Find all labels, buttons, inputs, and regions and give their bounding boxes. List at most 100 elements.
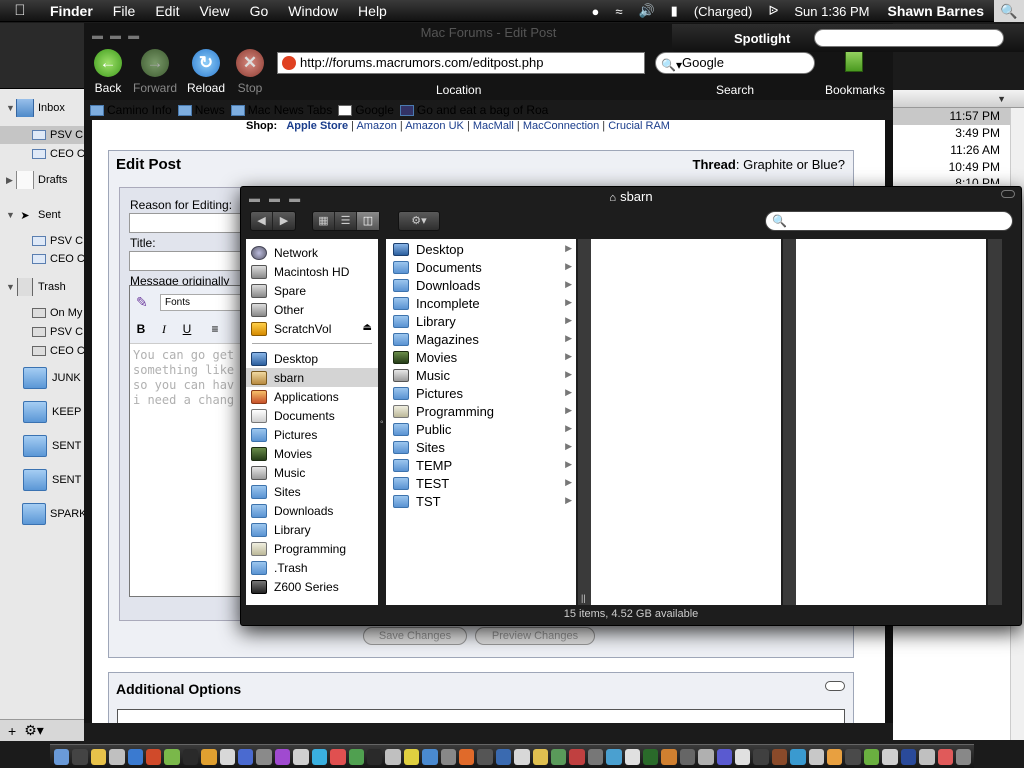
- dock-app-icon[interactable]: [366, 748, 383, 765]
- dock-app-icon[interactable]: [698, 748, 714, 765]
- dock-app-icon[interactable]: [182, 748, 199, 765]
- message-textarea[interactable]: You can go get something like so you can h…: [130, 344, 258, 412]
- dock-app-icon[interactable]: [735, 748, 751, 765]
- dock-app-icon[interactable]: [127, 748, 144, 765]
- mailbox-folder[interactable]: JUNK: [0, 363, 84, 393]
- dock-app-icon[interactable]: [808, 748, 825, 765]
- bookmarks-button[interactable]: Bookmarks: [825, 83, 885, 97]
- mailbox-folder[interactable]: SENT: [0, 431, 84, 461]
- finder-sidebar-item[interactable]: Macintosh HD: [246, 262, 378, 281]
- dock-app-icon[interactable]: [771, 748, 788, 765]
- bluetooth-icon[interactable]: ᐉ: [760, 3, 786, 19]
- wifi-icon[interactable]: ≈: [607, 4, 630, 19]
- search-icon[interactable]: 🔍▾: [661, 55, 682, 75]
- dock-app-icon[interactable]: [679, 748, 696, 765]
- dock-app-icon[interactable]: [274, 748, 291, 765]
- menu-edit[interactable]: Edit: [145, 0, 189, 22]
- mailbox-drafts[interactable]: ▶ Drafts: [0, 171, 84, 189]
- shop-link[interactable]: MacConnection: [523, 120, 599, 132]
- finder-column-item[interactable]: Library ▶: [386, 312, 576, 330]
- finder-sidebar-item[interactable]: Network: [246, 243, 378, 262]
- dock-app-icon[interactable]: [90, 748, 107, 765]
- finder-column-item[interactable]: Incomplete ▶: [386, 294, 576, 312]
- mailbox-folder[interactable]: SENT: [0, 465, 84, 495]
- mailbox-item[interactable]: PSV C: [0, 323, 84, 341]
- bookmark-item[interactable]: Camino Info: [90, 103, 172, 117]
- spotlight-input[interactable]: [814, 29, 1004, 47]
- dock-app-icon[interactable]: [477, 748, 493, 765]
- message-date[interactable]: 11:57 PM: [893, 108, 1024, 125]
- collapse-icon[interactable]: [825, 681, 845, 691]
- align-left-icon[interactable]: ≡: [206, 320, 224, 338]
- mailbox-folder[interactable]: SPARK: [0, 499, 84, 529]
- dock-app-icon[interactable]: [495, 748, 512, 765]
- menu-go[interactable]: Go: [240, 0, 279, 22]
- dock-app-icon[interactable]: [716, 748, 733, 765]
- menu-file[interactable]: File: [103, 0, 146, 22]
- finder-sidebar-item[interactable]: Library: [246, 520, 378, 539]
- column-sort-chevron-icon[interactable]: ▼: [893, 90, 1024, 108]
- stop-button[interactable]: ✕ Stop: [225, 49, 275, 95]
- forward-button[interactable]: → Forward: [130, 49, 180, 95]
- message-date[interactable]: 8:10 PM: [893, 176, 1024, 184]
- finder-column-item[interactable]: Public ▶: [386, 420, 576, 438]
- italic-icon[interactable]: I: [155, 320, 173, 338]
- back-button[interactable]: ← Back: [83, 49, 133, 95]
- dock-app-icon[interactable]: [827, 748, 843, 765]
- menu-clock[interactable]: Sun 1:36 PM: [786, 4, 877, 19]
- finder-sidebar-item[interactable]: Programming: [246, 539, 378, 558]
- dock-app-icon[interactable]: [385, 748, 401, 765]
- mailbox-folder[interactable]: KEEP: [0, 397, 84, 427]
- dock-app-icon[interactable]: [624, 748, 640, 765]
- underline-icon[interactable]: U: [178, 320, 196, 338]
- disclosure-triangle-icon[interactable]: ▶: [6, 175, 16, 186]
- dock-app-icon[interactable]: [937, 748, 953, 765]
- finder-column-item[interactable]: TEST ▶: [386, 474, 576, 492]
- dock-app-icon[interactable]: [54, 748, 70, 765]
- finder-column-item[interactable]: Downloads ▶: [386, 276, 576, 294]
- finder-column-item[interactable]: TEMP ▶: [386, 456, 576, 474]
- dock-app-icon[interactable]: [72, 748, 88, 765]
- dock-app-icon[interactable]: [109, 748, 125, 765]
- dock-app-icon[interactable]: [919, 748, 935, 765]
- disclosure-triangle-icon[interactable]: ▼: [6, 282, 16, 292]
- preview-changes-button[interactable]: Preview Changes: [475, 627, 595, 645]
- finder-sidebar-item[interactable]: Desktop: [246, 349, 378, 368]
- finder-sidebar-item[interactable]: .Trash: [246, 558, 378, 577]
- finder-column-item[interactable]: TST ▶: [386, 492, 576, 510]
- bookmark-item[interactable]: News: [177, 103, 225, 117]
- dock-app-icon[interactable]: [532, 748, 548, 765]
- dock-app-icon[interactable]: [458, 748, 475, 765]
- mailbox-trash[interactable]: ▼ Trash: [0, 278, 84, 296]
- mailbox-sent[interactable]: ▼ ➤ Sent: [0, 206, 84, 224]
- search-field[interactable]: 🔍▾ Google: [655, 52, 815, 74]
- shop-link[interactable]: Amazon UK: [405, 120, 464, 132]
- finder-sidebar-item[interactable]: Documents: [246, 406, 378, 425]
- dock-app-icon[interactable]: [606, 748, 622, 765]
- mailbox-item[interactable]: CEO C: [0, 250, 84, 268]
- spotlight-search-icon[interactable]: 🔍: [994, 0, 1024, 22]
- dock-app-icon[interactable]: [330, 748, 346, 765]
- disclosure-triangle-icon[interactable]: ▼: [6, 103, 16, 113]
- bookmark-item[interactable]: Go and eat a bag of Roa: [399, 103, 548, 117]
- action-gear-icon[interactable]: ⚙▾: [24, 722, 44, 739]
- eject-icon[interactable]: ⏏: [363, 322, 372, 333]
- finder-column-item[interactable]: Magazines ▶: [386, 330, 576, 348]
- list-view-icon[interactable]: ☰: [335, 212, 357, 230]
- mailbox-item[interactable]: PSV C: [0, 126, 84, 144]
- shop-link[interactable]: Crucial RAM: [608, 120, 670, 132]
- dock-app-icon[interactable]: [146, 748, 162, 765]
- finder-column-item[interactable]: Music ▶: [386, 366, 576, 384]
- finder-search-input[interactable]: 🔍: [765, 211, 1013, 231]
- dock-app-icon[interactable]: [753, 748, 769, 765]
- bookmark-item[interactable]: Mac News Tabs: [230, 103, 332, 117]
- forward-arrow-icon[interactable]: ▶: [273, 212, 295, 230]
- mailbox-item[interactable]: On My: [0, 304, 84, 322]
- dock-app-icon[interactable]: [201, 748, 217, 765]
- dock-app-icon[interactable]: [164, 748, 180, 765]
- mailbox-item[interactable]: CEO C: [0, 145, 84, 163]
- dock-app-icon[interactable]: [550, 748, 567, 765]
- gear-icon[interactable]: ⚙▾: [399, 212, 439, 230]
- icon-view-icon[interactable]: ▦: [313, 212, 335, 230]
- dock-app-icon[interactable]: [790, 748, 806, 765]
